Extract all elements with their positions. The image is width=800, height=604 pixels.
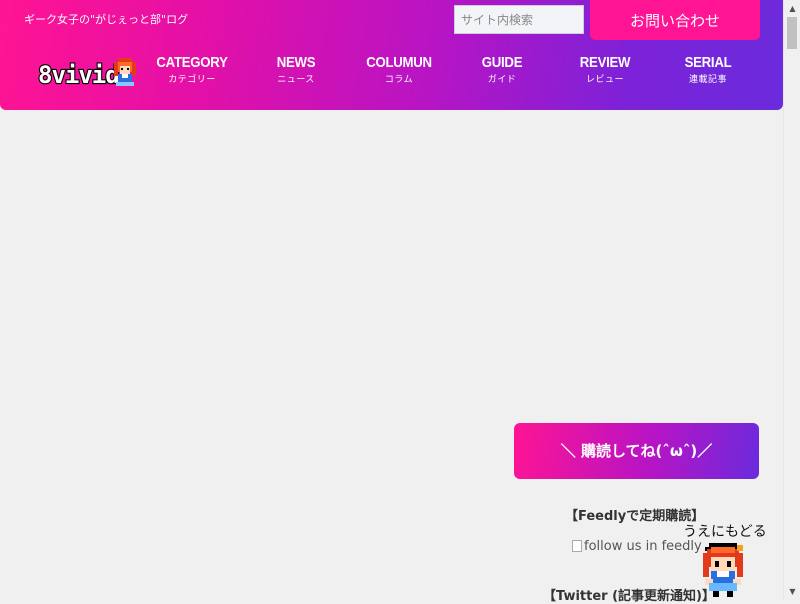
- main-nav: CATEGORY カテゴリー NEWS ニュース COLUMUN コラム GUI…: [142, 52, 762, 92]
- site-logo[interactable]: 8vivid: [38, 57, 144, 91]
- nav-item-columun[interactable]: COLUMUN コラム: [349, 52, 449, 86]
- contact-button[interactable]: お問い合わせ: [590, 0, 760, 40]
- nav-item-sublabel: ニュース: [277, 75, 315, 85]
- site-header: ギーク女子の"がじぇっと部"ログ お問い合わせ 8vivid CATEGORY …: [0, 0, 783, 110]
- nav-item-label: SERIAL: [684, 54, 732, 71]
- site-tagline: ギーク女子の"がじぇっと部"ログ: [24, 13, 189, 26]
- nav-item-serial[interactable]: SERIAL 連載記事: [658, 52, 758, 86]
- nav-item-sublabel: コラム: [384, 75, 414, 85]
- twitter-heading: 【Twitter (記事更新通知)】: [543, 589, 715, 604]
- back-to-top-mascot-icon[interactable]: [693, 539, 753, 599]
- nav-item-label: CATEGORY: [156, 54, 228, 71]
- broken-image-icon: [572, 540, 582, 552]
- nav-item-label: GUIDE: [481, 54, 523, 71]
- nav-item-news[interactable]: NEWS ニュース: [246, 52, 346, 86]
- logo-text: 8vivid: [38, 61, 119, 89]
- nav-item-guide[interactable]: GUIDE ガイド: [452, 52, 552, 86]
- scroll-down-arrow-icon[interactable]: ▼: [784, 583, 800, 600]
- feedly-follow-link[interactable]: follow us in feedly: [572, 539, 702, 554]
- nav-item-label: REVIEW: [579, 54, 631, 71]
- nav-item-category[interactable]: CATEGORY カテゴリー: [142, 52, 242, 86]
- nav-item-sublabel: ガイド: [487, 75, 517, 85]
- nav-item-sublabel: レビュー: [585, 75, 624, 85]
- back-to-top-label[interactable]: うえにもどる: [683, 521, 767, 541]
- nav-item-review[interactable]: REVIEW レビュー: [555, 52, 655, 86]
- subscribe-banner: ＼ 購読してね(ˆωˆ)／: [514, 423, 759, 479]
- search-input[interactable]: [454, 5, 584, 34]
- nav-item-sublabel: カテゴリー: [168, 75, 216, 85]
- nav-item-label: COLUMUN: [366, 54, 432, 71]
- nav-item-label: NEWS: [276, 54, 316, 71]
- scroll-thumb[interactable]: [787, 17, 797, 49]
- vertical-scrollbar[interactable]: ▲ ▼: [783, 0, 800, 600]
- scroll-up-arrow-icon[interactable]: ▲: [784, 0, 800, 17]
- feedly-alt-text: follow us in feedly: [584, 539, 702, 554]
- nav-item-sublabel: 連載記事: [688, 75, 727, 85]
